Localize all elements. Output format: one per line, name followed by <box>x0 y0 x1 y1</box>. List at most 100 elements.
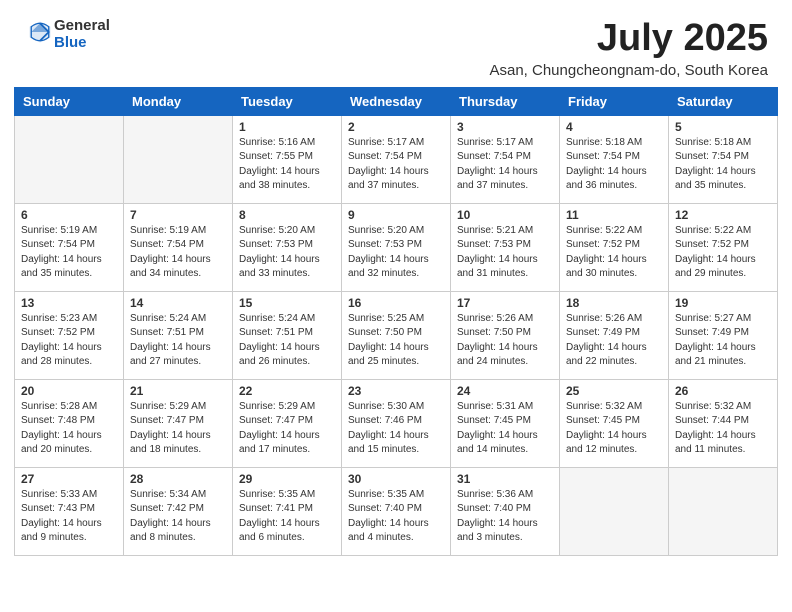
day-number: 27 <box>21 472 117 486</box>
calendar-header-row: Sunday Monday Tuesday Wednesday Thursday… <box>15 87 778 115</box>
logo-icon <box>26 18 54 46</box>
day-info: Sunrise: 5:32 AM Sunset: 7:44 PM Dayligh… <box>675 400 771 458</box>
day-number: 26 <box>675 384 771 398</box>
day-info: Sunrise: 5:35 AM Sunset: 7:41 PM Dayligh… <box>239 488 335 546</box>
day-info: Sunrise: 5:29 AM Sunset: 7:47 PM Dayligh… <box>130 400 226 458</box>
day-number: 10 <box>457 208 553 222</box>
day-number: 17 <box>457 296 553 310</box>
week-row-5: 27 Sunrise: 5:33 AM Sunset: 7:43 PM Dayli… <box>15 467 778 555</box>
day-info: Sunrise: 5:23 AM Sunset: 7:52 PM Dayligh… <box>21 312 117 370</box>
day-info: Sunrise: 5:18 AM Sunset: 7:54 PM Dayligh… <box>566 136 662 194</box>
week-row-2: 6Sunrise: 5:19 AM Sunset: 7:54 PM Daylig… <box>15 203 778 291</box>
day-number: 8 <box>239 208 335 222</box>
day-number: 6 <box>21 208 117 222</box>
day-cell: 22Sunrise: 5:29 AM Sunset: 7:47 PM Dayli… <box>233 379 342 467</box>
day-cell: 6Sunrise: 5:19 AM Sunset: 7:54 PM Daylig… <box>15 203 124 291</box>
col-sunday: Sunday <box>15 87 124 115</box>
page-header: General Blue July 2025 Asan, Chungcheong… <box>0 0 792 87</box>
calendar-table: Sunday Monday Tuesday Wednesday Thursday… <box>14 87 778 556</box>
day-number: 20 <box>21 384 117 398</box>
day-number: 25 <box>566 384 662 398</box>
day-cell <box>124 115 233 203</box>
day-cell: 31 Sunrise: 5:36 AM Sunset: 7:40 PM Dayli… <box>451 467 560 555</box>
day-cell: 27 Sunrise: 5:33 AM Sunset: 7:43 PM Dayli… <box>15 467 124 555</box>
day-info: Sunrise: 5:27 AM Sunset: 7:49 PM Dayligh… <box>675 312 771 370</box>
day-cell: 4 Sunrise: 5:18 AM Sunset: 7:54 PM Daylig… <box>560 115 669 203</box>
day-number: 21 <box>130 384 226 398</box>
day-cell: 16 Sunrise: 5:25 AM Sunset: 7:50 PM Dayli… <box>342 291 451 379</box>
col-wednesday: Wednesday <box>342 87 451 115</box>
col-monday: Monday <box>124 87 233 115</box>
day-info: Sunrise: 5:34 AM Sunset: 7:42 PM Dayligh… <box>130 488 226 546</box>
day-info: Sunrise: 5:17 AM Sunset: 7:54 PM Dayligh… <box>457 136 553 194</box>
day-cell: 17 Sunrise: 5:26 AM Sunset: 7:50 PM Dayli… <box>451 291 560 379</box>
day-info: Sunrise: 5:22 AM Sunset: 7:52 PM Dayligh… <box>675 224 771 282</box>
calendar-body: 1Sunrise: 5:16 AM Sunset: 7:55 PM Daylig… <box>15 115 778 555</box>
day-info: Sunrise: 5:26 AM Sunset: 7:49 PM Dayligh… <box>566 312 662 370</box>
day-cell: 23Sunrise: 5:30 AM Sunset: 7:46 PM Dayli… <box>342 379 451 467</box>
day-cell: 5 Sunrise: 5:18 AM Sunset: 7:54 PM Daylig… <box>669 115 778 203</box>
col-tuesday: Tuesday <box>233 87 342 115</box>
day-cell: 13 Sunrise: 5:23 AM Sunset: 7:52 PM Dayli… <box>15 291 124 379</box>
day-cell: 21 Sunrise: 5:29 AM Sunset: 7:47 PM Dayli… <box>124 379 233 467</box>
day-cell: 9 Sunrise: 5:20 AM Sunset: 7:53 PM Daylig… <box>342 203 451 291</box>
day-number: 31 <box>457 472 553 486</box>
col-friday: Friday <box>560 87 669 115</box>
day-info: Sunrise: 5:22 AM Sunset: 7:52 PM Dayligh… <box>566 224 662 282</box>
day-info: Sunrise: 5:18 AM Sunset: 7:54 PM Dayligh… <box>675 136 771 194</box>
day-cell: 25Sunrise: 5:32 AM Sunset: 7:45 PM Dayli… <box>560 379 669 467</box>
day-number: 24 <box>457 384 553 398</box>
day-number: 28 <box>130 472 226 486</box>
day-info: Sunrise: 5:20 AM Sunset: 7:53 PM Dayligh… <box>239 224 335 282</box>
col-saturday: Saturday <box>669 87 778 115</box>
day-number: 12 <box>675 208 771 222</box>
week-row-1: 1Sunrise: 5:16 AM Sunset: 7:55 PM Daylig… <box>15 115 778 203</box>
week-row-3: 13 Sunrise: 5:23 AM Sunset: 7:52 PM Dayli… <box>15 291 778 379</box>
day-number: 9 <box>348 208 444 222</box>
day-number: 29 <box>239 472 335 486</box>
day-info: Sunrise: 5:35 AM Sunset: 7:40 PM Dayligh… <box>348 488 444 546</box>
day-cell <box>669 467 778 555</box>
day-number: 16 <box>348 296 444 310</box>
day-info: Sunrise: 5:31 AM Sunset: 7:45 PM Dayligh… <box>457 400 553 458</box>
day-number: 1 <box>239 120 335 134</box>
day-cell: 19Sunrise: 5:27 AM Sunset: 7:49 PM Dayli… <box>669 291 778 379</box>
day-info: Sunrise: 5:26 AM Sunset: 7:50 PM Dayligh… <box>457 312 553 370</box>
day-cell: 14Sunrise: 5:24 AM Sunset: 7:51 PM Dayli… <box>124 291 233 379</box>
day-cell <box>15 115 124 203</box>
day-cell: 2 Sunrise: 5:17 AM Sunset: 7:54 PM Daylig… <box>342 115 451 203</box>
day-cell: 7Sunrise: 5:19 AM Sunset: 7:54 PM Daylig… <box>124 203 233 291</box>
day-info: Sunrise: 5:17 AM Sunset: 7:54 PM Dayligh… <box>348 136 444 194</box>
day-number: 5 <box>675 120 771 134</box>
title-block: July 2025 Asan, Chungcheongnam-do, South… <box>489 18 768 79</box>
day-cell: 26 Sunrise: 5:32 AM Sunset: 7:44 PM Dayli… <box>669 379 778 467</box>
day-number: 4 <box>566 120 662 134</box>
day-info: Sunrise: 5:20 AM Sunset: 7:53 PM Dayligh… <box>348 224 444 282</box>
logo-blue-text: Blue <box>54 34 87 51</box>
col-thursday: Thursday <box>451 87 560 115</box>
location: Asan, Chungcheongnam-do, South Korea <box>489 62 768 79</box>
day-number: 22 <box>239 384 335 398</box>
day-number: 15 <box>239 296 335 310</box>
day-number: 11 <box>566 208 662 222</box>
day-number: 30 <box>348 472 444 486</box>
day-cell: 1Sunrise: 5:16 AM Sunset: 7:55 PM Daylig… <box>233 115 342 203</box>
day-info: Sunrise: 5:21 AM Sunset: 7:53 PM Dayligh… <box>457 224 553 282</box>
day-info: Sunrise: 5:25 AM Sunset: 7:50 PM Dayligh… <box>348 312 444 370</box>
logo: General Blue <box>24 18 110 51</box>
day-number: 18 <box>566 296 662 310</box>
day-cell: 18 Sunrise: 5:26 AM Sunset: 7:49 PM Dayli… <box>560 291 669 379</box>
day-number: 13 <box>21 296 117 310</box>
day-info: Sunrise: 5:28 AM Sunset: 7:48 PM Dayligh… <box>21 400 117 458</box>
day-cell <box>560 467 669 555</box>
week-row-4: 20 Sunrise: 5:28 AM Sunset: 7:48 PM Dayli… <box>15 379 778 467</box>
day-cell: 12 Sunrise: 5:22 AM Sunset: 7:52 PM Dayli… <box>669 203 778 291</box>
day-info: Sunrise: 5:24 AM Sunset: 7:51 PM Dayligh… <box>130 312 226 370</box>
day-cell: 30 Sunrise: 5:35 AM Sunset: 7:40 PM Dayli… <box>342 467 451 555</box>
day-info: Sunrise: 5:36 AM Sunset: 7:40 PM Dayligh… <box>457 488 553 546</box>
day-number: 2 <box>348 120 444 134</box>
day-cell: 3Sunrise: 5:17 AM Sunset: 7:54 PM Daylig… <box>451 115 560 203</box>
day-info: Sunrise: 5:33 AM Sunset: 7:43 PM Dayligh… <box>21 488 117 546</box>
day-cell: 8 Sunrise: 5:20 AM Sunset: 7:53 PM Daylig… <box>233 203 342 291</box>
day-cell: 10 Sunrise: 5:21 AM Sunset: 7:53 PM Dayli… <box>451 203 560 291</box>
